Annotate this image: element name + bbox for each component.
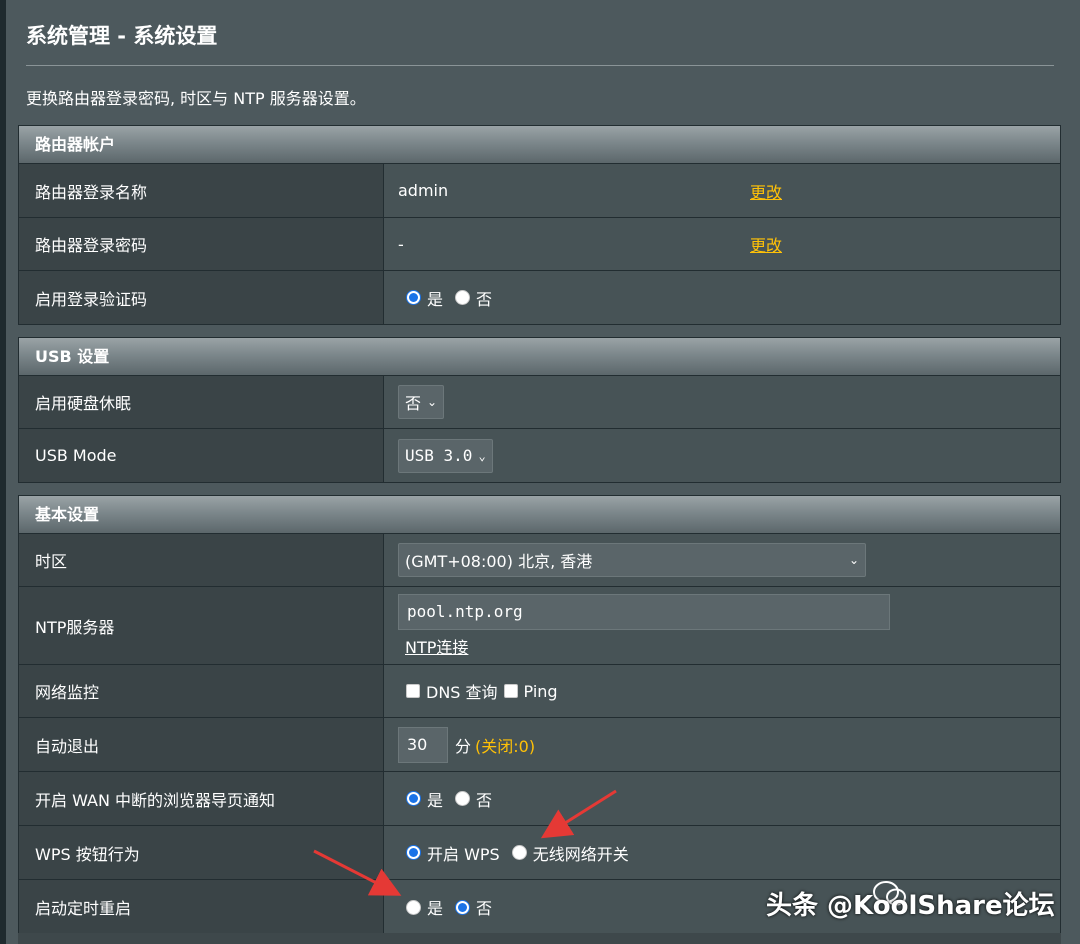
auto-logout-value-cell: 30 分 (关闭:0) — [384, 718, 1060, 771]
captcha-label: 启用登录验证码 — [19, 271, 384, 324]
wps-enable-label: 开启 WPS — [427, 844, 500, 864]
usb-mode-value-cell: USB 3.0 ⌄ — [384, 429, 1060, 482]
watermark-text: 头条 @KoolShare论坛 — [766, 891, 1055, 921]
dns-query-checkbox[interactable] — [406, 684, 420, 698]
chevron-down-icon: ⌄ — [427, 395, 438, 409]
wireless-toggle-label: 无线网络开关 — [532, 844, 629, 864]
captcha-no-label: 否 — [476, 289, 493, 309]
login-password-row: 路由器登录密码 - 更改 — [19, 218, 1060, 271]
timezone-selected: (GMT+08:00) 北京, 香港 — [405, 552, 593, 571]
change-login-name-link[interactable]: 更改 — [750, 179, 782, 203]
captcha-options: 是 否 — [384, 271, 1060, 324]
wan-redirect-no-radio[interactable] — [455, 791, 471, 806]
ntp-link[interactable]: NTP连接 — [405, 634, 468, 658]
title-divider — [26, 65, 1054, 66]
hdd-sleep-selected: 否 — [405, 394, 422, 413]
usb-mode-row: USB Mode USB 3.0 ⌄ — [19, 429, 1060, 482]
login-password-value-cell: - 更改 — [384, 218, 1060, 270]
change-login-password-link[interactable]: 更改 — [750, 232, 782, 256]
scheduled-reboot-yes-label: 是 — [427, 899, 444, 918]
wps-button-options: 开启 WPS 无线网络开关 — [384, 826, 1060, 879]
timezone-value-cell: (GMT+08:00) 北京, 香港 ⌄ — [384, 534, 1060, 586]
auto-logout-input[interactable]: 30 — [398, 726, 448, 763]
ntp-value-cell: pool.ntp.org NTP连接 — [384, 587, 1060, 664]
basic-section: 基本设置 时区 (GMT+08:00) 北京, 香港 ⌄ NTP服务器 pool… — [18, 495, 1061, 935]
login-name-value-cell: admin 更改 — [384, 164, 1060, 217]
login-password-label: 路由器登录密码 — [19, 218, 384, 270]
wireless-toggle-radio[interactable] — [511, 845, 527, 860]
usb-mode-selected: USB 3.0 — [405, 446, 473, 465]
page-title: 系统管理 - 系统设置 — [26, 24, 218, 48]
captcha-no-radio[interactable] — [455, 290, 471, 305]
timezone-label: 时区 — [19, 534, 384, 586]
dns-query-label: DNS 查询 — [426, 683, 498, 702]
login-password-value: - — [398, 234, 404, 254]
wps-enable-radio[interactable] — [406, 845, 421, 860]
hdd-sleep-select[interactable]: 否 ⌄ — [398, 385, 445, 419]
usb-mode-select[interactable]: USB 3.0 ⌄ — [398, 438, 493, 473]
section-header-usb: USB 设置 — [19, 338, 1060, 376]
wan-redirect-options: 是 否 — [384, 772, 1060, 825]
hdd-sleep-value-cell: 否 ⌄ — [384, 376, 1060, 428]
router-account-section: 路由器帐户 路由器登录名称 admin 更改 路由器登录密码 - 更改 启用登录… — [18, 125, 1061, 325]
login-name-label: 路由器登录名称 — [19, 164, 384, 217]
wan-redirect-yes-radio[interactable] — [406, 791, 421, 806]
ntp-row: NTP服务器 pool.ntp.org NTP连接 — [19, 587, 1060, 665]
chevron-down-icon: ⌄ — [478, 448, 486, 463]
usb-mode-label: USB Mode — [19, 429, 384, 482]
network-monitor-row: 网络监控 DNS 查询 Ping — [19, 665, 1060, 718]
auto-logout-label: 自动退出 — [19, 718, 384, 771]
auto-logout-row: 自动退出 30 分 (关闭:0) — [19, 718, 1060, 772]
timezone-select[interactable]: (GMT+08:00) 北京, 香港 ⌄ — [398, 543, 866, 577]
wan-redirect-label: 开启 WAN 中断的浏览器导页通知 — [19, 772, 384, 825]
scheduled-reboot-no-label: 否 — [476, 899, 493, 918]
wan-redirect-yes-label: 是 — [427, 790, 444, 810]
ping-label: Ping — [523, 681, 558, 701]
scheduled-reboot-yes-radio[interactable] — [406, 899, 421, 915]
section-header-router-account: 路由器帐户 — [19, 126, 1060, 164]
network-monitor-options: DNS 查询 Ping — [384, 665, 1060, 717]
captcha-yes-radio[interactable] — [406, 290, 421, 305]
chevron-down-icon: ⌄ — [848, 553, 859, 567]
scheduled-reboot-no-radio[interactable] — [455, 899, 471, 915]
ping-checkbox[interactable] — [503, 684, 518, 698]
left-edge-strip — [0, 0, 6, 944]
wps-button-row: WPS 按钮行为 开启 WPS 无线网络开关 — [19, 826, 1060, 880]
network-monitor-label: 网络监控 — [19, 665, 384, 717]
auto-logout-unit: 分 — [455, 736, 472, 756]
wan-redirect-no-label: 否 — [476, 790, 493, 810]
scheduled-reboot-label: 启动定时重启 — [19, 880, 384, 934]
hdd-sleep-row: 启用硬盘休眠 否 ⌄ — [19, 376, 1060, 429]
ntp-label: NTP服务器 — [19, 587, 384, 664]
captcha-yes-label: 是 — [427, 289, 444, 309]
section-header-basic: 基本设置 — [19, 496, 1060, 534]
login-name-value: admin — [398, 181, 449, 200]
timezone-row: 时区 (GMT+08:00) 北京, 香港 ⌄ — [19, 534, 1060, 587]
wps-button-label: WPS 按钮行为 — [19, 826, 384, 879]
usb-section: USB 设置 启用硬盘休眠 否 ⌄ USB Mode USB 3.0 ⌄ — [18, 337, 1061, 483]
auto-logout-note: (关闭:0) — [475, 736, 536, 756]
captcha-row: 启用登录验证码 是 否 — [19, 271, 1060, 324]
wan-redirect-row: 开启 WAN 中断的浏览器导页通知 是 否 — [19, 772, 1060, 826]
bottom-section-edge — [18, 933, 1061, 944]
login-name-row: 路由器登录名称 admin 更改 — [19, 164, 1060, 218]
ntp-server-input[interactable]: pool.ntp.org — [398, 593, 890, 630]
hdd-sleep-label: 启用硬盘休眠 — [19, 376, 384, 428]
page-description: 更换路由器登录密码, 时区与 NTP 服务器设置。 — [26, 89, 366, 108]
